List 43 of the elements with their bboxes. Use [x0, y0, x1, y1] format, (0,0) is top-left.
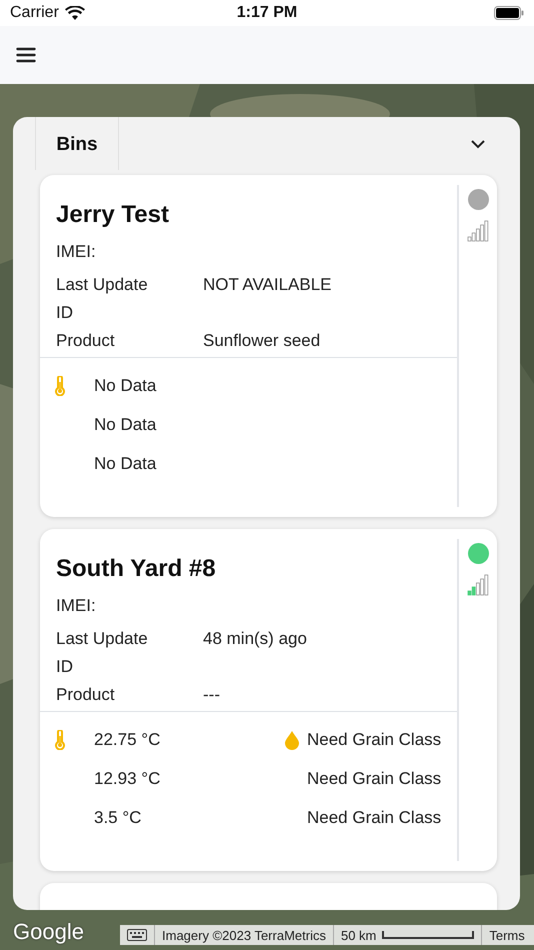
- thermometer-icon: [54, 376, 66, 396]
- bin-title: South Yard #8: [55, 554, 217, 584]
- field-label: ID: [56, 657, 74, 677]
- terms-link[interactable]: Terms: [489, 928, 525, 942]
- bin-card[interactable]: South Yard #8 IMEI: Last Update 48 min(s) ago ID Product --- 22.75 °C Need Grain Class 12.93 °C Need Grain Class 3.5 °C Need Grain Class: [40, 529, 497, 871]
- menu-button[interactable]: [16, 47, 36, 63]
- carrier-name: Carrier: [10, 4, 59, 22]
- field-value: Sunflower seed: [203, 331, 322, 351]
- field-label: Product: [56, 685, 116, 705]
- moisture-reading: Need Grain Class: [307, 768, 442, 788]
- temperature-reading: No Data: [94, 454, 158, 474]
- droplet-icon: [284, 730, 300, 750]
- field-value: 48 min(s) ago: [203, 629, 308, 649]
- temperature-reading: 22.75 °C: [94, 730, 162, 750]
- field-label: ID: [56, 303, 74, 323]
- wifi-icon: [64, 6, 85, 20]
- field-label: Last Update: [56, 275, 149, 295]
- scale-label: 50 km: [340, 928, 376, 942]
- temperature-reading: 12.93 °C: [94, 768, 162, 788]
- temperature-reading: 3.5 °C: [94, 808, 142, 828]
- keyboard-icon[interactable]: [127, 929, 147, 941]
- bins-tab[interactable]: Bins: [35, 117, 119, 170]
- signal-icon: [467, 220, 489, 242]
- field-value: ---: [203, 685, 221, 705]
- chevron-icon[interactable]: [470, 138, 486, 148]
- battery-icon: [494, 6, 524, 20]
- field-value: NOT AVAILABLE: [203, 275, 333, 295]
- map-logo: Google: [12, 919, 85, 945]
- clock: 1:17 PM: [236, 4, 298, 22]
- temperature-reading: No Data: [94, 376, 158, 396]
- moisture-reading: Need Grain Class: [307, 730, 442, 750]
- moisture-reading: Need Grain Class: [307, 808, 442, 828]
- temperature-reading: No Data: [94, 414, 158, 434]
- imagery-attribution: Imagery ©2023 TerraMetrics: [162, 928, 326, 942]
- field-label: IMEI:: [56, 594, 97, 616]
- bin-title: Jerry Test: [55, 200, 170, 230]
- field-label: Last Update: [56, 629, 149, 649]
- thermometer-icon: [54, 730, 66, 750]
- field-label: IMEI:: [56, 240, 97, 262]
- signal-icon: [467, 574, 489, 596]
- bin-card[interactable]: Jerry Test IMEI: Last Update NOT AVAILABLE ID Product Sunflower seed No Data No Data No Data: [40, 175, 497, 517]
- field-label: Product: [56, 331, 116, 351]
- scale-bar-icon: [382, 930, 474, 940]
